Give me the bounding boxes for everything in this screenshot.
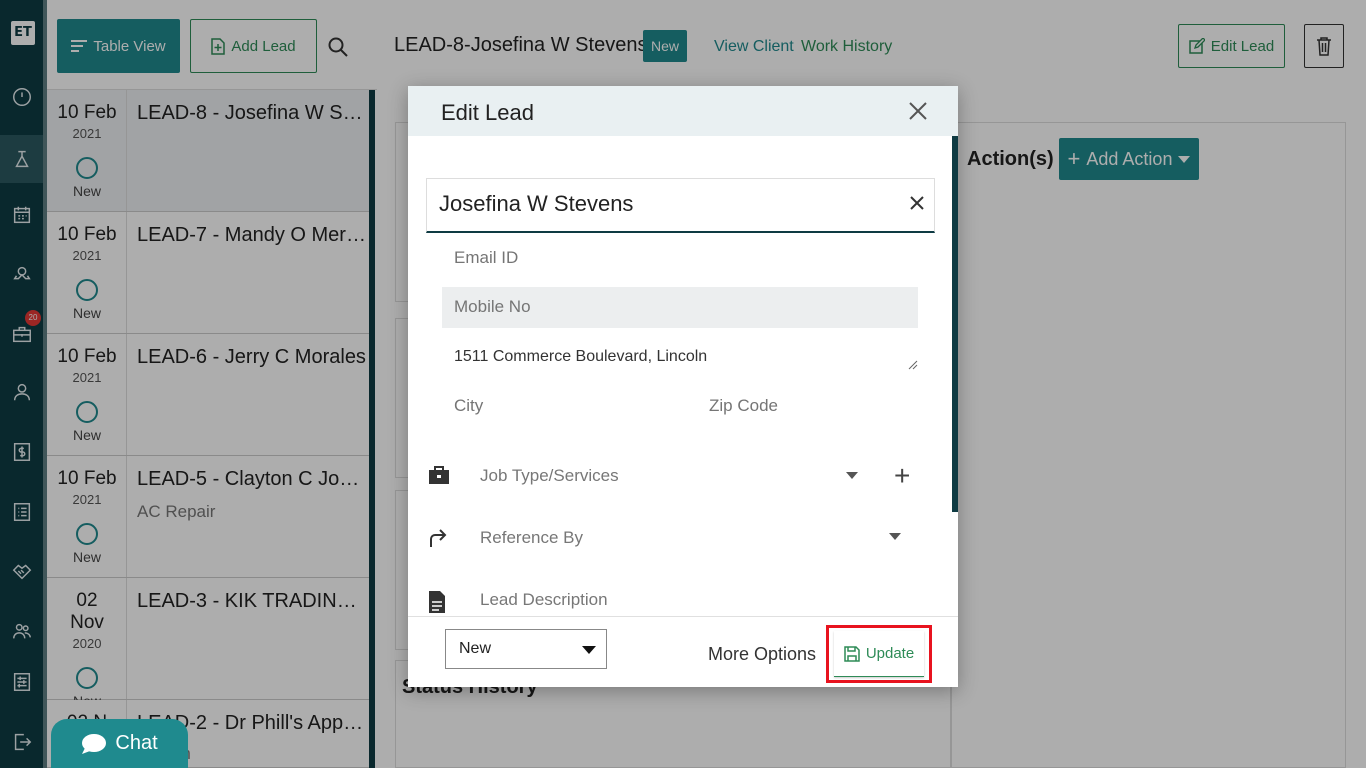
name-field[interactable] (426, 178, 935, 233)
chat-label: Chat (115, 732, 158, 754)
more-options-button[interactable]: More Options (708, 644, 816, 665)
clear-icon[interactable] (909, 195, 925, 211)
reference-dropdown-icon[interactable] (889, 533, 901, 540)
reference-by-select[interactable]: Reference By (480, 528, 583, 548)
address-field[interactable]: 1511 Commerce Boulevard, Lincoln (454, 348, 707, 366)
email-field[interactable] (454, 248, 914, 268)
reference-arrow-icon (430, 529, 447, 547)
modal-scrollbar[interactable] (952, 136, 958, 512)
chat-bubble-icon (82, 733, 107, 754)
zip-code-field[interactable] (709, 396, 909, 416)
job-type-select[interactable]: Job Type/Services (480, 466, 619, 486)
status-select[interactable]: New (445, 629, 607, 669)
modal-title: Edit Lead (441, 100, 534, 125)
job-type-dropdown-icon[interactable] (846, 472, 858, 479)
name-input[interactable] (439, 191, 879, 217)
status-select-value: New (459, 640, 492, 657)
status-dropdown-icon (582, 646, 596, 654)
modal-footer: New More Options Update (408, 616, 958, 687)
update-button[interactable]: Update (834, 631, 924, 677)
update-label: Update (865, 645, 915, 662)
mobile-field[interactable] (454, 297, 914, 317)
edit-lead-modal: Edit Lead 1511 Commerce Boulevard, Linco… (408, 86, 958, 687)
close-icon[interactable] (908, 101, 928, 121)
city-field[interactable] (454, 396, 654, 416)
lead-description-field[interactable]: Lead Description (480, 590, 608, 610)
add-job-type-icon[interactable]: + (894, 460, 910, 492)
save-icon (844, 645, 860, 662)
briefcase-icon (429, 466, 449, 484)
document-icon (429, 591, 445, 613)
modal-header: Edit Lead (408, 86, 958, 136)
chat-button[interactable]: Chat (51, 719, 188, 768)
resize-handle-icon[interactable] (908, 360, 918, 370)
